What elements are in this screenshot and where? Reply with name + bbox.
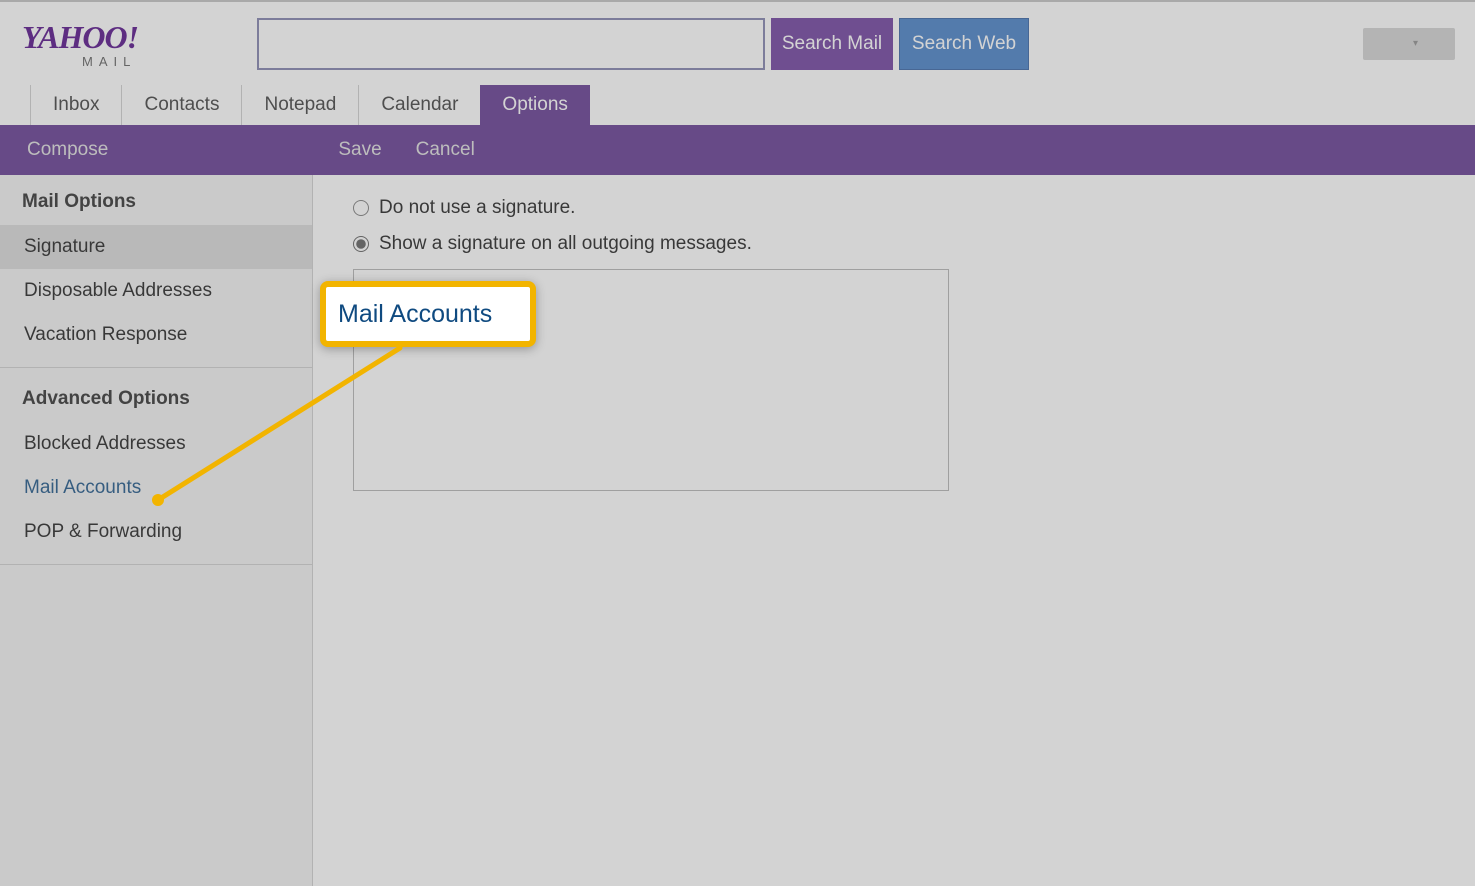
- chevron-down-icon: ▾: [1413, 38, 1418, 49]
- sidebar-header-mail-options: Mail Options: [0, 175, 312, 225]
- tab-calendar[interactable]: Calendar: [358, 85, 480, 125]
- sidebar-item-pop-forwarding[interactable]: POP & Forwarding: [0, 510, 312, 554]
- callout-mail-accounts: Mail Accounts: [320, 281, 536, 347]
- tab-contacts[interactable]: Contacts: [121, 85, 241, 125]
- radio-no-signature-label: Do not use a signature.: [379, 197, 575, 219]
- sidebar: Mail Options Signature Disposable Addres…: [0, 175, 313, 886]
- main-tabs: Inbox Contacts Notepad Calendar Options: [0, 85, 1475, 125]
- search-input[interactable]: [257, 18, 765, 70]
- cancel-button[interactable]: Cancel: [416, 139, 475, 161]
- header: YAHOO! MAIL Search Mail Search Web ▾: [0, 2, 1475, 85]
- radio-no-signature-input[interactable]: [353, 200, 369, 216]
- tab-inbox[interactable]: Inbox: [30, 85, 121, 125]
- search-web-button[interactable]: Search Web: [899, 18, 1029, 70]
- sidebar-item-blocked-addresses[interactable]: Blocked Addresses: [0, 422, 312, 466]
- search-mail-button[interactable]: Search Mail: [771, 18, 893, 70]
- compose-button[interactable]: Compose: [27, 139, 108, 161]
- logo-exclaim: !: [127, 19, 138, 55]
- action-bar: Compose Save Cancel: [0, 125, 1475, 175]
- sidebar-item-vacation-response[interactable]: Vacation Response: [0, 313, 312, 357]
- sidebar-item-signature[interactable]: Signature: [0, 225, 312, 269]
- logo-text: YAHOO: [22, 19, 127, 55]
- body-area: Mail Options Signature Disposable Addres…: [0, 175, 1475, 886]
- logo-subtext: MAIL: [82, 54, 222, 69]
- sidebar-header-advanced-options: Advanced Options: [0, 372, 312, 422]
- tab-options[interactable]: Options: [480, 85, 589, 125]
- sidebar-item-disposable-addresses[interactable]: Disposable Addresses: [0, 269, 312, 313]
- sidebar-item-mail-accounts[interactable]: Mail Accounts: [0, 466, 312, 510]
- radio-show-signature-input[interactable]: [353, 236, 369, 252]
- tab-notepad[interactable]: Notepad: [241, 85, 358, 125]
- header-right: ▾: [1363, 28, 1455, 60]
- sidebar-separator-2: [0, 564, 312, 565]
- search-area: Search Mail Search Web: [257, 18, 1029, 70]
- radio-show-signature[interactable]: Show a signature on all outgoing message…: [353, 233, 1475, 255]
- yahoo-mail-logo: YAHOO! MAIL: [22, 19, 222, 69]
- radio-show-signature-label: Show a signature on all outgoing message…: [379, 233, 752, 255]
- account-menu[interactable]: ▾: [1363, 28, 1455, 60]
- callout-label: Mail Accounts: [338, 300, 492, 329]
- radio-no-signature[interactable]: Do not use a signature.: [353, 197, 1475, 219]
- sidebar-separator: [0, 367, 312, 368]
- save-button[interactable]: Save: [338, 139, 381, 161]
